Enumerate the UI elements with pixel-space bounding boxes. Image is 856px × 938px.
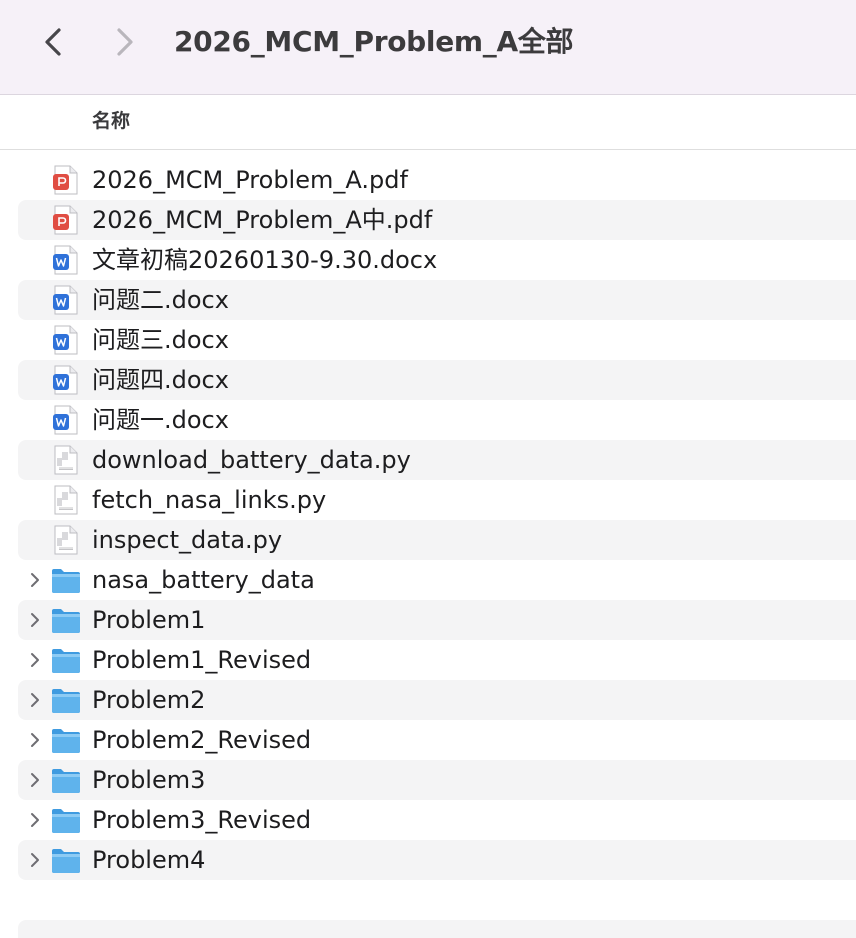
folder-icon bbox=[50, 845, 82, 875]
folder-row[interactable]: Problem1_Revised bbox=[0, 640, 856, 680]
file-row[interactable]: 问题一.docx bbox=[0, 400, 856, 440]
disclosure-chevron-icon[interactable] bbox=[26, 651, 44, 669]
file-name: inspect_data.py bbox=[92, 526, 283, 554]
file-name: 问题三.docx bbox=[92, 326, 229, 354]
file-name: 文章初稿20260130-9.30.docx bbox=[92, 246, 438, 274]
word-file-icon bbox=[50, 365, 82, 395]
word-file-icon bbox=[50, 325, 82, 355]
forward-button[interactable] bbox=[105, 22, 145, 62]
folder-row[interactable]: nasa_battery_data bbox=[0, 560, 856, 600]
folder-row[interactable]: Problem3 bbox=[0, 760, 856, 800]
disclosure-chevron-icon[interactable] bbox=[26, 811, 44, 829]
file-row[interactable]: 文章初稿20260130-9.30.docx bbox=[0, 240, 856, 280]
folder-row[interactable]: Problem2_Revised bbox=[0, 720, 856, 760]
folder-icon bbox=[50, 605, 82, 635]
folder-icon bbox=[50, 725, 82, 755]
word-file-icon bbox=[50, 405, 82, 435]
disclosure-chevron-icon[interactable] bbox=[26, 571, 44, 589]
pdf-file-icon bbox=[50, 165, 82, 195]
file-name: Problem1_Revised bbox=[92, 646, 312, 674]
word-file-icon bbox=[50, 285, 82, 315]
file-name: Problem3 bbox=[92, 766, 206, 794]
disclosure-chevron-icon[interactable] bbox=[26, 851, 44, 869]
disclosure-chevron-icon[interactable] bbox=[26, 731, 44, 749]
python-file-icon bbox=[50, 485, 82, 515]
column-header-name[interactable]: 名称 bbox=[92, 96, 130, 146]
folder-icon bbox=[50, 765, 82, 795]
chevron-left-icon bbox=[45, 28, 61, 56]
file-name: 2026_MCM_Problem_A.pdf bbox=[92, 166, 408, 194]
file-row[interactable]: inspect_data.py bbox=[0, 520, 856, 560]
python-file-icon bbox=[50, 525, 82, 555]
file-row[interactable]: 问题四.docx bbox=[0, 360, 856, 400]
column-header: 名称 bbox=[0, 96, 856, 150]
file-name: nasa_battery_data bbox=[92, 566, 315, 594]
back-button[interactable] bbox=[33, 22, 73, 62]
folder-row[interactable]: Problem1 bbox=[0, 600, 856, 640]
disclosure-chevron-icon[interactable] bbox=[26, 691, 44, 709]
chevron-right-icon bbox=[117, 28, 133, 56]
file-name: fetch_nasa_links.py bbox=[92, 486, 327, 514]
folder-row[interactable]: Problem2 bbox=[0, 680, 856, 720]
file-name: Problem2 bbox=[92, 686, 206, 714]
folder-icon bbox=[50, 805, 82, 835]
file-name: Problem3_Revised bbox=[92, 806, 312, 834]
folder-row[interactable]: Problem4 bbox=[0, 840, 856, 880]
file-row[interactable]: download_battery_data.py bbox=[0, 440, 856, 480]
file-name: Problem1 bbox=[92, 606, 206, 634]
toolbar: 2026_MCM_Problem_A全部 bbox=[0, 0, 856, 95]
file-row[interactable]: 问题二.docx bbox=[0, 280, 856, 320]
python-file-icon bbox=[50, 445, 82, 475]
folder-row[interactable]: Problem3_Revised bbox=[0, 800, 856, 840]
file-list: 2026_MCM_Problem_A.pdf 2026_MCM_Problem_A… bbox=[0, 160, 856, 880]
file-row[interactable]: 问题三.docx bbox=[0, 320, 856, 360]
file-row[interactable]: 2026_MCM_Problem_A.pdf bbox=[0, 160, 856, 200]
file-name: 问题二.docx bbox=[92, 286, 229, 314]
file-name: download_battery_data.py bbox=[92, 446, 411, 474]
folder-icon bbox=[50, 645, 82, 675]
folder-icon bbox=[50, 565, 82, 595]
window-title: 2026_MCM_Problem_A全部 bbox=[174, 25, 574, 58]
file-name: Problem2_Revised bbox=[92, 726, 312, 754]
disclosure-chevron-icon[interactable] bbox=[26, 771, 44, 789]
file-name: 2026_MCM_Problem_A中.pdf bbox=[92, 206, 433, 234]
file-name: Problem4 bbox=[92, 846, 206, 874]
file-row[interactable]: fetch_nasa_links.py bbox=[0, 480, 856, 520]
folder-icon bbox=[50, 685, 82, 715]
word-file-icon bbox=[50, 245, 82, 275]
file-row[interactable]: 2026_MCM_Problem_A中.pdf bbox=[0, 200, 856, 240]
pdf-file-icon bbox=[50, 205, 82, 235]
disclosure-chevron-icon[interactable] bbox=[26, 611, 44, 629]
empty-row bbox=[18, 920, 856, 938]
file-name: 问题四.docx bbox=[92, 366, 229, 394]
file-name: 问题一.docx bbox=[92, 406, 229, 434]
